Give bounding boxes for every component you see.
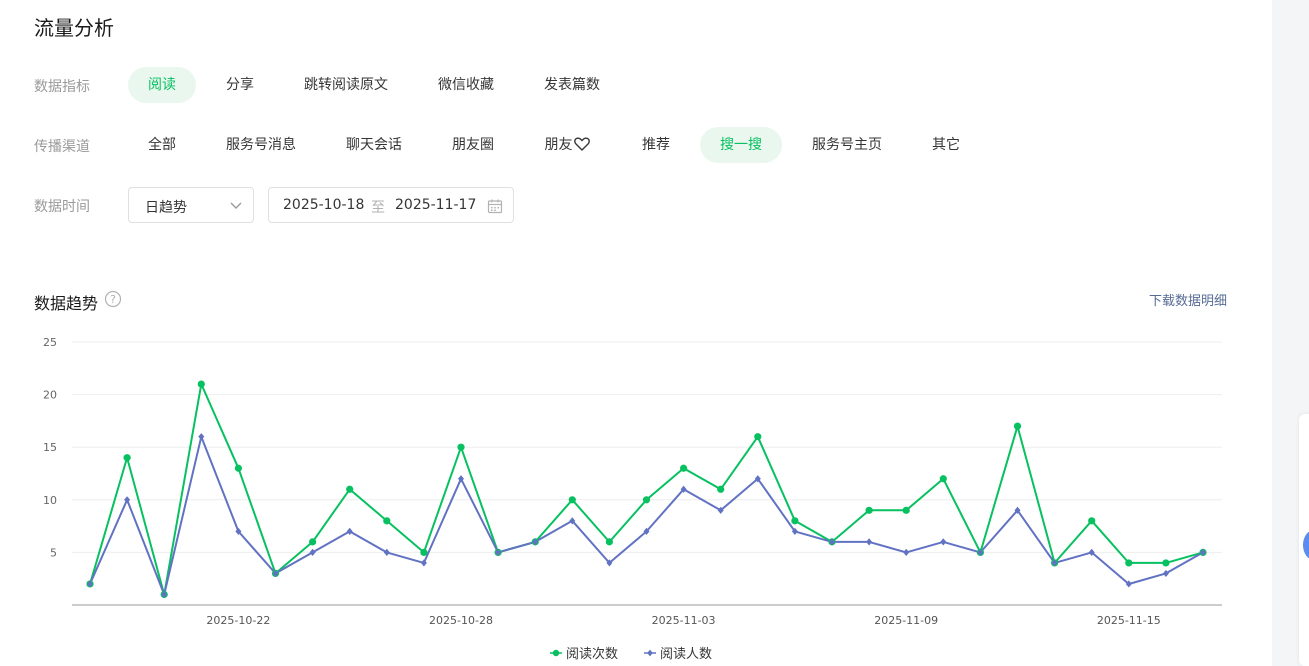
series-line-2: [89, 435, 1204, 596]
y-tick-label: 10: [43, 494, 57, 507]
y-tick-label: 5: [50, 546, 57, 559]
series-line-1: [89, 383, 1204, 596]
trend-chart: 5 10 15 20 25 2025-10-22 2025-10-28 2025-11-03…: [43, 336, 1222, 662]
data-point-reads: [791, 517, 799, 525]
data-point-reads: [1162, 559, 1170, 567]
data-point-reads: [568, 496, 576, 504]
chart-series: [86, 380, 1207, 599]
main-panel: 流量分析 数据指标 阅读 分享 跳转阅读原文 微信收藏 发表篇数 传播渠道 全部…: [0, 0, 1272, 666]
data-point-reads: [939, 475, 947, 483]
chart-legend: 阅读次数 阅读人数: [550, 646, 712, 662]
x-tick-label: 2025-10-22: [206, 614, 270, 627]
data-point-readers: [346, 527, 353, 535]
data-point-readers: [903, 548, 910, 556]
x-axis-labels: 2025-10-22 2025-10-28 2025-11-03 2025-11-09…: [206, 614, 1160, 627]
x-tick-label: 2025-11-09: [874, 614, 938, 627]
legend-marker-readers: [647, 649, 653, 657]
data-point-reads: [123, 454, 131, 462]
data-point-reads: [642, 496, 651, 504]
y-tick-label: 15: [43, 441, 57, 454]
chart-grid: [72, 341, 1222, 606]
x-tick-label: 2025-11-03: [652, 614, 716, 627]
x-tick-label: 2025-10-28: [429, 614, 493, 627]
data-point-reads: [865, 506, 873, 514]
data-point-readers: [1162, 569, 1169, 578]
data-point-reads: [754, 433, 762, 441]
data-point-reads: [1088, 517, 1096, 525]
data-point-readers: [198, 433, 205, 441]
data-point-reads: [234, 464, 242, 472]
data-point-reads: [309, 538, 317, 546]
data-point-reads: [346, 485, 354, 493]
data-point-readers: [309, 548, 316, 556]
data-point-reads: [1013, 422, 1022, 430]
y-tick-label: 20: [43, 389, 57, 402]
data-point-reads: [457, 443, 465, 451]
data-point-reads: [383, 517, 391, 525]
data-point-readers: [940, 538, 947, 546]
data-point-reads: [902, 506, 910, 514]
data-point-reads: [420, 548, 428, 557]
data-point-reads: [717, 485, 725, 493]
data-point-readers: [866, 538, 873, 546]
data-point-reads: [197, 380, 205, 388]
legend-label: 阅读次数: [566, 646, 618, 662]
y-axis-labels: 5 10 15 20 25: [43, 336, 57, 559]
data-point-reads: [1125, 559, 1133, 567]
data-point-readers: [383, 548, 390, 556]
legend-label: 阅读人数: [660, 647, 712, 662]
data-point-reads: [605, 538, 614, 546]
y-tick-label: 25: [43, 336, 57, 349]
legend-marker-reads: [552, 649, 560, 657]
x-tick-label: 2025-11-15: [1097, 614, 1161, 627]
data-point-reads: [680, 464, 688, 472]
